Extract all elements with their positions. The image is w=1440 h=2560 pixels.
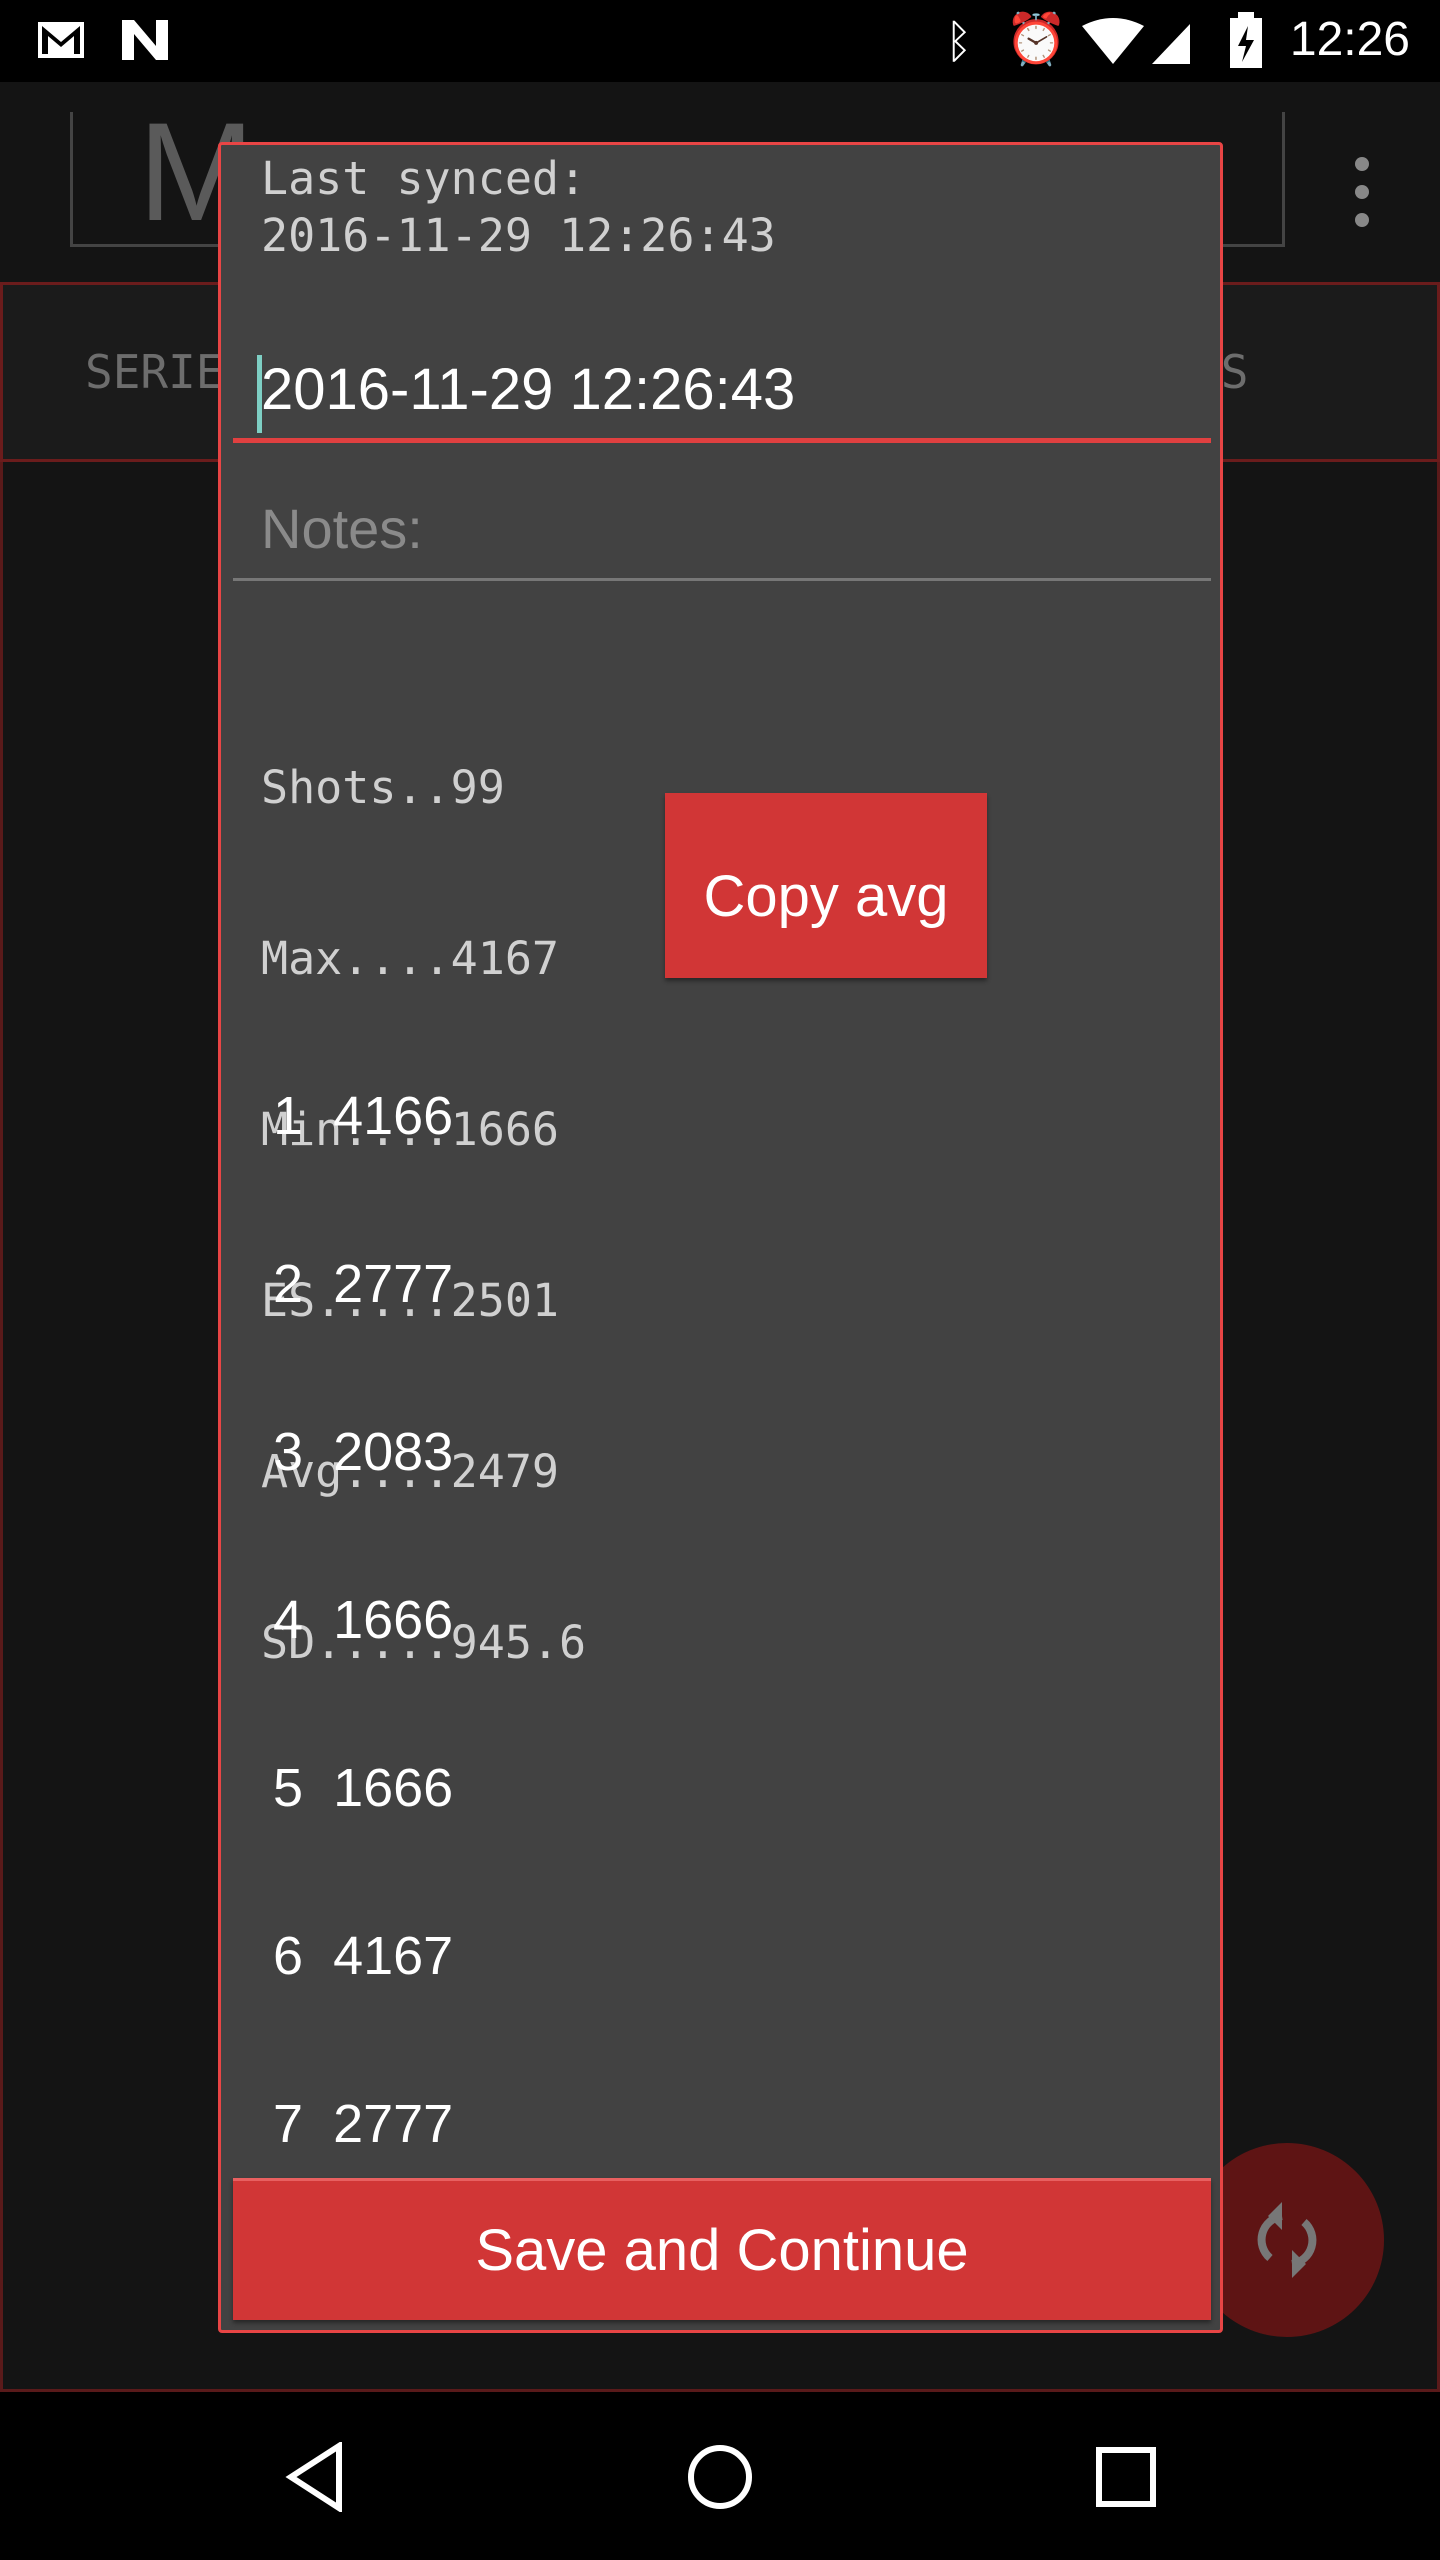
clock: 12:26 [1289,13,1410,66]
home-icon[interactable] [685,2442,755,2512]
list-item[interactable]: 2 2777 [273,1253,453,1315]
n-notification-icon [122,20,168,60]
copy-avg-button[interactable]: Copy avg [665,793,987,978]
sync-icon [1257,2202,1317,2278]
series-dialog: Last synced: 2016-11-29 12:26:43 2016-11… [218,142,1223,2333]
status-bar: ᛒ ⏰ 12:26 [0,0,1440,82]
bluetooth-icon: ᛒ [945,15,973,67]
recents-icon[interactable] [1095,2446,1157,2508]
gmail-icon [38,22,84,58]
alarm-icon: ⏰ [1005,11,1068,67]
list-item[interactable]: 4 1666 [273,1589,453,1651]
tab-series[interactable]: SERIE [85,345,223,399]
back-icon[interactable] [285,2442,345,2512]
list-item[interactable]: 3 2083 [273,1421,453,1483]
signal-icon [1152,24,1190,64]
list-item[interactable]: 5 1666 [273,1757,453,1819]
date-input[interactable]: 2016-11-29 12:26:43 [233,345,1211,443]
list-item[interactable]: 6 4167 [273,1925,453,1987]
list-item[interactable]: 7 2777 [273,2093,453,2155]
navigation-bar [0,2392,1440,2560]
wifi-icon [1082,18,1190,64]
list-item[interactable]: 1 4166 [273,1085,453,1147]
save-and-continue-button[interactable]: Save and Continue [233,2178,1211,2320]
text-caret [257,355,262,433]
last-synced: Last synced: 2016-11-29 12:26:43 [261,152,776,262]
more-options-icon[interactable] [1350,152,1374,232]
notes-input[interactable]: Notes: [233,485,1211,581]
battery-charging-icon [1230,12,1262,68]
